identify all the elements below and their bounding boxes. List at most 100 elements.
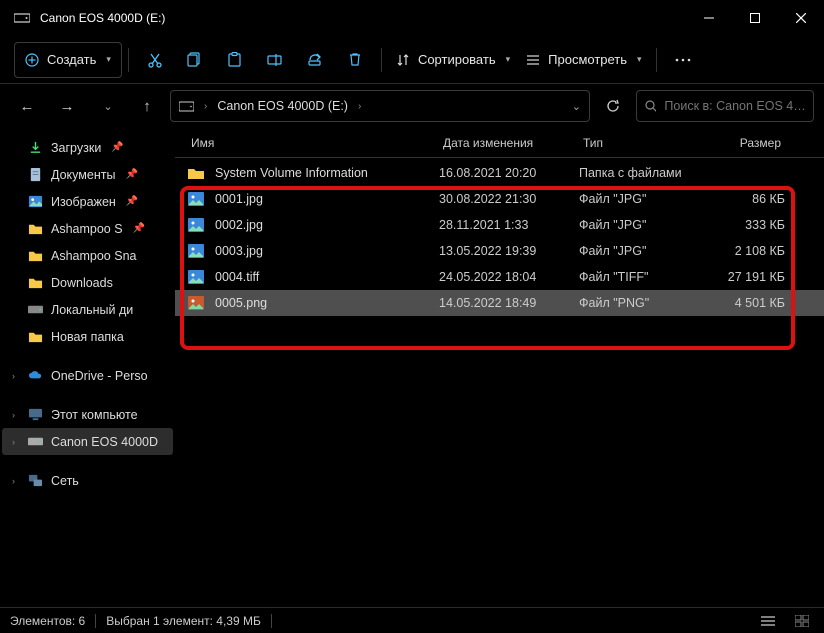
rename-icon	[267, 53, 283, 67]
sidebar-item-documents[interactable]: Документы📌	[2, 161, 173, 188]
copy-button[interactable]	[175, 42, 215, 78]
toolbar: Создать ▾ Сортировать ▾ Просмотреть ▾	[0, 36, 824, 84]
sidebar-item-downloads2[interactable]: Downloads	[2, 269, 173, 296]
status-selection: Выбран 1 элемент: 4,39 МБ	[106, 614, 261, 628]
chevron-right-icon: ›	[12, 437, 15, 447]
cut-button[interactable]	[135, 42, 175, 78]
col-type[interactable]: Тип	[579, 136, 701, 150]
sidebar-item-canon[interactable]: ›Canon EOS 4000D	[2, 428, 173, 455]
file-type: Файл "JPG"	[579, 218, 701, 232]
chevron-down-icon[interactable]: ⌄	[572, 100, 581, 113]
share-button[interactable]	[295, 42, 335, 78]
sidebar-item-network[interactable]: ›Сеть	[2, 467, 173, 494]
download-icon	[28, 140, 43, 155]
file-name: System Volume Information	[215, 166, 439, 180]
thumbnail-view-button[interactable]	[790, 611, 814, 631]
navbar: ← → ⌄ ↑ › Canon EOS 4000D (E:) › ⌄	[0, 84, 824, 128]
file-row[interactable]: 0002.jpg28.11.2021 1:33Файл "JPG"333 КБ	[175, 212, 824, 238]
sidebar-item-newfolder[interactable]: Новая папка	[2, 323, 173, 350]
pin-icon: 📌	[111, 142, 123, 153]
col-date[interactable]: Дата изменения	[439, 136, 579, 150]
chevron-down-icon: ⌄	[103, 100, 112, 113]
folder-icon	[28, 329, 43, 344]
file-size: 86 КБ	[701, 192, 785, 206]
refresh-button[interactable]	[596, 90, 630, 122]
sidebar-item-ashampoo2[interactable]: Ashampoo Sna	[2, 242, 173, 269]
file-icon	[187, 243, 205, 259]
search-box[interactable]	[636, 90, 814, 122]
chevron-right-icon: ›	[12, 410, 15, 420]
view-label: Просмотреть	[548, 52, 627, 67]
chevron-right-icon: ›	[12, 371, 15, 381]
file-row[interactable]: 0004.tiff24.05.2022 18:04Файл "TIFF"27 1…	[175, 264, 824, 290]
ellipsis-icon	[675, 58, 691, 62]
close-button[interactable]	[778, 0, 824, 36]
chevron-down-icon: ▾	[637, 54, 642, 65]
file-size: 4 501 КБ	[701, 296, 785, 310]
sidebar-item-pictures[interactable]: Изображен📌	[2, 188, 173, 215]
document-icon	[28, 167, 43, 182]
up-button[interactable]: ↑	[130, 89, 164, 123]
drive-icon	[179, 101, 194, 112]
file-row[interactable]: 0005.png14.05.2022 18:49Файл "PNG"4 501 …	[175, 290, 824, 316]
create-button[interactable]: Создать ▾	[14, 42, 122, 78]
file-row[interactable]: 0001.jpg30.08.2022 21:30Файл "JPG"86 КБ	[175, 186, 824, 212]
col-size[interactable]: Размер	[701, 136, 785, 150]
file-type: Файл "PNG"	[579, 296, 701, 310]
up-button[interactable]: ⌄	[90, 89, 124, 123]
more-button[interactable]	[663, 42, 703, 78]
file-icon	[187, 165, 205, 181]
sort-label: Сортировать	[418, 52, 496, 67]
sidebar-item-onedrive[interactable]: ›OneDrive - Perso	[2, 362, 173, 389]
window-title: Canon EOS 4000D (E:)	[40, 11, 165, 25]
drive-icon	[28, 302, 43, 317]
folder-icon	[28, 221, 43, 236]
minimize-button[interactable]	[686, 0, 732, 36]
picture-icon	[28, 194, 43, 209]
titlebar: Canon EOS 4000D (E:)	[0, 0, 824, 36]
view-button[interactable]: Просмотреть ▾	[518, 42, 649, 78]
share-icon	[307, 52, 322, 67]
file-type: Файл "JPG"	[579, 244, 701, 258]
delete-button[interactable]	[335, 42, 375, 78]
sidebar-item-localdisk[interactable]: Локальный ди	[2, 296, 173, 323]
content: Имя Дата изменения Тип Размер System Vol…	[175, 128, 824, 607]
breadcrumb-item[interactable]: Canon EOS 4000D (E:)	[217, 99, 348, 113]
maximize-button[interactable]	[732, 0, 778, 36]
details-view-button[interactable]	[756, 611, 780, 631]
search-input[interactable]	[664, 99, 805, 113]
sidebar-item-ashampoo1[interactable]: Ashampoo S📌	[2, 215, 173, 242]
rename-button[interactable]	[255, 42, 295, 78]
sidebar-item-downloads[interactable]: Загрузки📌	[2, 134, 173, 161]
cloud-icon	[28, 368, 43, 383]
file-row[interactable]: System Volume Information16.08.2021 20:2…	[175, 160, 824, 186]
file-name: 0005.png	[215, 296, 439, 310]
chevron-right-icon: ›	[12, 476, 15, 486]
paste-button[interactable]	[215, 42, 255, 78]
file-date: 14.05.2022 18:49	[439, 296, 579, 310]
folder-icon	[28, 248, 43, 263]
sort-button[interactable]: Сортировать ▾	[388, 42, 518, 78]
file-name: 0004.tiff	[215, 270, 439, 284]
file-row[interactable]: 0003.jpg13.05.2022 19:39Файл "JPG"2 108 …	[175, 238, 824, 264]
copy-icon	[187, 52, 202, 67]
forward-button[interactable]: →	[50, 89, 84, 123]
col-name[interactable]: Имя	[187, 136, 439, 150]
back-button[interactable]: ←	[10, 89, 44, 123]
sidebar-item-thispc[interactable]: ›Этот компьюте	[2, 401, 173, 428]
file-list: System Volume Information16.08.2021 20:2…	[175, 158, 824, 316]
file-size: 27 191 КБ	[701, 270, 785, 284]
file-name: 0003.jpg	[215, 244, 439, 258]
create-label: Создать	[47, 52, 96, 67]
file-icon	[187, 269, 205, 285]
file-name: 0002.jpg	[215, 218, 439, 232]
file-size: 2 108 КБ	[701, 244, 785, 258]
paste-icon	[227, 52, 242, 67]
file-date: 13.05.2022 19:39	[439, 244, 579, 258]
status-count: Элементов: 6	[10, 614, 85, 628]
breadcrumb[interactable]: › Canon EOS 4000D (E:) › ⌄	[170, 90, 590, 122]
pin-icon: 📌	[133, 223, 145, 234]
file-size: 333 КБ	[701, 218, 785, 232]
file-date: 28.11.2021 1:33	[439, 218, 579, 232]
chevron-down-icon: ▾	[506, 54, 511, 65]
